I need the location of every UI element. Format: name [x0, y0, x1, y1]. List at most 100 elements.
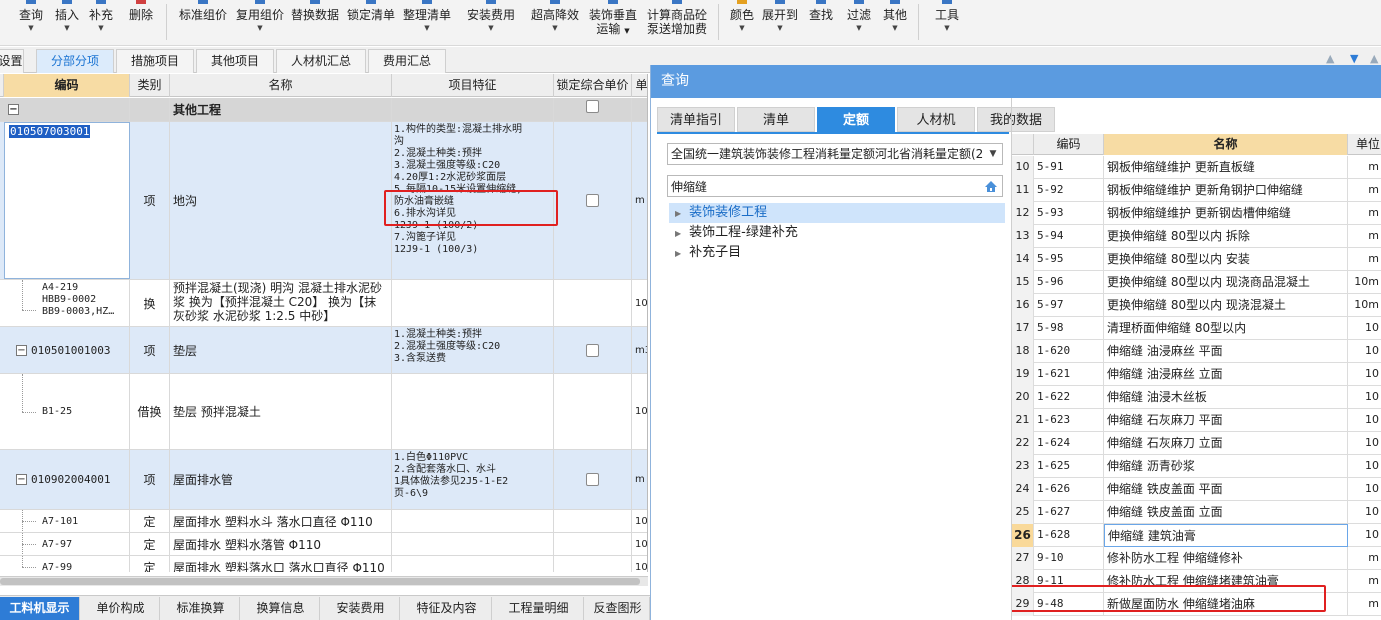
tab-conversion-info[interactable]: 换算信息 [242, 597, 320, 620]
delete-button[interactable]: 删除 [126, 0, 156, 44]
result-row[interactable]: 10 5-91 钢板伸缩缝维护 更新直板缝 m [1012, 156, 1381, 179]
tab-quota[interactable]: 定额 [817, 107, 895, 132]
result-row[interactable]: 26 1-628 伸缩缝 建筑油膏 10 [1012, 524, 1381, 547]
tree-item-decoration[interactable]: ▶ 装饰装修工程 [669, 203, 1005, 223]
result-row[interactable]: 13 5-94 更换伸缩缝 80型以内 拆除 m [1012, 225, 1381, 248]
tab-list[interactable]: 清单 [737, 107, 815, 132]
table-row[interactable]: A4-219 HBB9-0002 BB9-0003,HZ… 换 预拌混凝土(现浇… [0, 280, 647, 327]
tab-labor-material-summary[interactable]: 人材机汇总 [276, 49, 366, 73]
insert-button[interactable]: 插入 ▼ [52, 0, 82, 44]
filter-button[interactable]: 过滤 ▼ [844, 0, 874, 44]
result-row[interactable]: 24 1-626 伸缩缝 铁皮盖面 平面 10 [1012, 478, 1381, 501]
arrow-up-icon[interactable]: ▲ [1370, 52, 1378, 65]
table-row[interactable]: −010501001003 项 垫层 1.混凝土种类:预拌 2.混凝土强度等级:… [0, 327, 647, 374]
result-row[interactable]: 27 9-10 修补防水工程 伸缩缝修补 m [1012, 547, 1381, 570]
tab-features-content[interactable]: 特征及内容 [402, 597, 492, 620]
arrow-down-icon[interactable]: ▼ [1350, 52, 1358, 65]
result-row[interactable]: 19 1-621 伸缩缝 油浸麻丝 立面 10 [1012, 363, 1381, 386]
tab-other-items[interactable]: 其他项目 [196, 49, 274, 73]
header-lock-price[interactable]: 锁定综合单价 [554, 74, 632, 97]
vertical-transport-button[interactable]: 装饰垂直 运输 ▼ [586, 0, 640, 44]
group-row[interactable]: − 其他工程 [0, 98, 647, 122]
table-row[interactable]: B1-25 借换 垫层 预拌混凝土 10 [0, 374, 647, 450]
result-row[interactable]: 14 5-95 更换伸缩缝 80型以内 安装 m [1012, 248, 1381, 271]
result-row[interactable]: 18 1-620 伸缩缝 油浸麻丝 平面 10 [1012, 340, 1381, 363]
table-row[interactable]: A7-101 定 屋面排水 塑料水斗 落水口直径 Φ110 10 [0, 510, 647, 533]
header-type[interactable]: 类别 [130, 74, 170, 97]
horizontal-scrollbar[interactable] [0, 576, 648, 586]
tab-settings[interactable]: 设置 [0, 49, 24, 73]
install-cost-button[interactable]: 安装费用 ▼ [464, 0, 518, 44]
collapse-icon[interactable]: − [8, 104, 19, 115]
lock-checkbox[interactable] [586, 100, 599, 113]
result-unit: m [1348, 225, 1381, 248]
result-row[interactable]: 23 1-625 伸缩缝 沥青砂浆 10 [1012, 455, 1381, 478]
supplement-button[interactable]: 补充 ▼ [86, 0, 116, 44]
pump-cost-button[interactable]: 计算商品砼 泵送增加费 [644, 0, 710, 44]
table-row[interactable]: A7-97 定 屋面排水 塑料水落管 Φ110 10 [0, 533, 647, 556]
result-row[interactable]: 16 5-97 更换伸缩缝 80型以内 现浇混凝土 10m [1012, 294, 1381, 317]
table-row[interactable]: −010902004001 项 屋面排水管 1.白色Φ110PVC 2.含配套落… [0, 450, 647, 510]
other-button[interactable]: 其他 ▼ [880, 0, 910, 44]
tree-item-green-supplement[interactable]: ▶ 装饰工程-绿建补充 [669, 223, 1005, 243]
results-header-unit[interactable]: 单位 [1348, 134, 1381, 155]
tab-sub-items[interactable]: 分部分项 [36, 49, 114, 73]
chevron-right-icon[interactable]: ▶ [675, 209, 681, 218]
tools-button[interactable]: 工具 ▼ [932, 0, 962, 44]
header-unit[interactable]: 单 [632, 74, 647, 97]
result-row[interactable]: 22 1-624 伸缩缝 石灰麻刀 立面 10 [1012, 432, 1381, 455]
results-header-name[interactable]: 名称 [1104, 134, 1348, 155]
tab-labor-material[interactable]: 人材机 [897, 107, 975, 132]
results-header-code[interactable]: 编码 [1034, 134, 1104, 155]
chevron-right-icon[interactable]: ▶ [675, 229, 681, 238]
header-code[interactable]: 编码 [4, 74, 130, 97]
search-input[interactable] [667, 175, 1003, 197]
expand-to-button[interactable]: 展开到 ▼ [760, 0, 800, 44]
quota-library-select[interactable]: 全国统一建筑装饰装修工程消耗量定额河北省消耗量定额(2012) ▼ [667, 143, 1003, 165]
tab-reverse-graphic[interactable]: 反查图形 [586, 597, 650, 620]
query-button[interactable]: 查询 ▼ [14, 0, 48, 44]
height-efficiency-button[interactable]: 超高降效 ▼ [528, 0, 582, 44]
tab-quantity-detail[interactable]: 工程量明细 [494, 597, 584, 620]
organize-list-button[interactable]: 整理清单 ▼ [400, 0, 454, 44]
color-button[interactable]: 颜色 ▼ [726, 0, 758, 44]
tab-install-cost[interactable]: 安装费用 [322, 597, 400, 620]
result-row[interactable]: 25 1-627 伸缩缝 铁皮盖面 立面 10 [1012, 501, 1381, 524]
dialog-title[interactable]: 查询 [651, 65, 1381, 98]
table-row[interactable]: A7-99 定 屋面排水 塑料落水口 落水口直径 Φ110 10 [0, 556, 647, 572]
tab-measures[interactable]: 措施项目 [116, 49, 194, 73]
tab-standard-conversion[interactable]: 标准换算 [162, 597, 240, 620]
lock-checkbox[interactable] [586, 473, 599, 486]
tab-unit-price[interactable]: 单价构成 [82, 597, 160, 620]
transport-icon [608, 0, 618, 4]
result-row[interactable]: 12 5-93 钢板伸缩缝维护 更新钢齿槽伸缩缝 m [1012, 202, 1381, 225]
tab-labor-material-display[interactable]: 工料机显示 [0, 597, 80, 620]
result-row[interactable]: 11 5-92 钢板伸缩缝维护 更新角钢护口伸缩缝 m [1012, 179, 1381, 202]
find-button[interactable]: 查找 [806, 0, 836, 44]
chevron-right-icon[interactable]: ▶ [675, 249, 681, 258]
collapse-icon[interactable]: − [16, 474, 27, 485]
scrollbar-thumb[interactable] [0, 578, 640, 585]
locate-icon[interactable] [983, 178, 999, 194]
reuse-pricing-button[interactable]: 复用组价 ▼ [233, 0, 287, 44]
lock-list-button[interactable]: 锁定清单 [344, 0, 398, 44]
row-number: 27 [1012, 547, 1034, 570]
tab-list-guide[interactable]: 清单指引 [657, 107, 735, 132]
result-row[interactable]: 17 5-98 清理桥面伸缩缝 80型以内 10 [1012, 317, 1381, 340]
result-row[interactable]: 15 5-96 更换伸缩缝 80型以内 现浇商品混凝土 10m [1012, 271, 1381, 294]
replace-data-button[interactable]: 替换数据 [288, 0, 342, 44]
header-features[interactable]: 项目特征 [392, 74, 554, 97]
standard-pricing-button[interactable]: 标准组价 [176, 0, 230, 44]
arrow-up-icon[interactable]: ▲ [1326, 52, 1334, 65]
collapse-icon[interactable]: − [16, 344, 27, 356]
lock-checkbox[interactable] [586, 343, 599, 357]
header-name[interactable]: 名称 [170, 74, 392, 97]
query-dialog: 查询 清单指引 清单 定额 人材机 我的数据 全国统一建筑装饰装修工程消耗量定额… [650, 65, 1381, 620]
tab-cost-summary[interactable]: 费用汇总 [368, 49, 446, 73]
result-row[interactable]: 20 1-622 伸缩缝 油浸木丝板 10 [1012, 386, 1381, 409]
lock-checkbox[interactable] [586, 194, 599, 207]
row-name: 垫层 [173, 343, 198, 358]
install-icon [486, 0, 496, 4]
tree-item-supplement[interactable]: ▶ 补充子目 [669, 243, 1005, 263]
result-row[interactable]: 21 1-623 伸缩缝 石灰麻刀 平面 10 [1012, 409, 1381, 432]
